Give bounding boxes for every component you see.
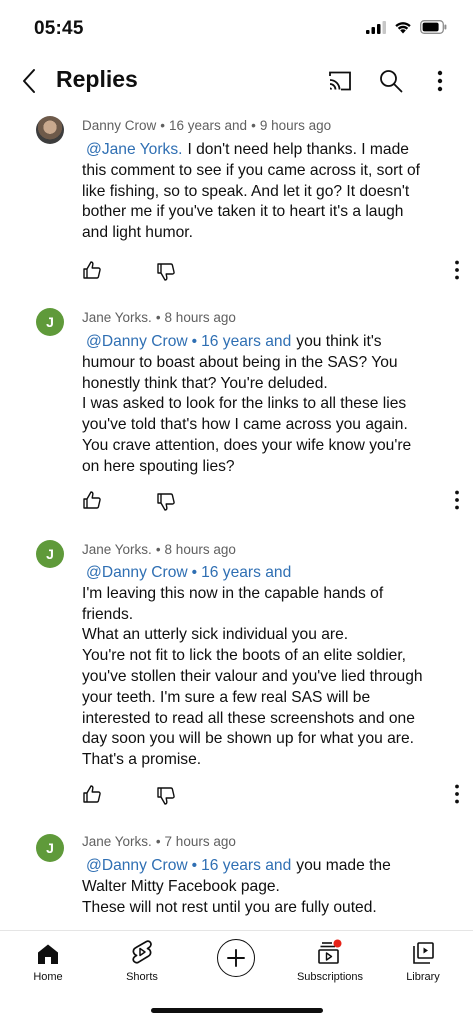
- nav-shorts-label: Shorts: [126, 971, 158, 983]
- mention-link[interactable]: @Danny Crow • 16 years and: [86, 857, 291, 874]
- app-header: Replies: [0, 52, 473, 110]
- page-title: Replies: [56, 66, 138, 92]
- status-icons: [366, 20, 447, 34]
- nav-home-label: Home: [33, 971, 63, 983]
- comment-time: 8 hours ago: [164, 542, 236, 557]
- comment-meta: Jane Yorks. • 7 hours ago: [82, 834, 236, 849]
- library-icon: [413, 942, 434, 964]
- status-time: 05:45: [34, 18, 84, 39]
- status-bar: 05:45: [0, 0, 473, 52]
- comment-author-suffix: 16 years and: [169, 118, 248, 133]
- comment-author[interactable]: Jane Yorks.: [82, 834, 152, 849]
- comment-author[interactable]: Danny Crow: [82, 118, 156, 133]
- search-icon: [380, 70, 403, 93]
- comment-more-icon[interactable]: [452, 260, 462, 280]
- mention-link[interactable]: @Jane Yorks.: [86, 141, 182, 158]
- chevron-left-icon: [23, 69, 35, 93]
- comment-actions: [82, 490, 462, 512]
- vertical-dots-icon: [437, 70, 443, 92]
- comment-time: 8 hours ago: [164, 310, 236, 325]
- cellular-signal-icon: [366, 20, 386, 34]
- avatar[interactable]: J: [36, 834, 64, 862]
- comment-meta: Jane Yorks. • 8 hours ago: [82, 542, 236, 557]
- create-button[interactable]: [217, 939, 255, 977]
- nav-subscriptions-label: Subscriptions: [296, 971, 364, 983]
- avatar[interactable]: J: [36, 308, 64, 336]
- replies-list: Danny Crow • 16 years and • 9 hours ago @Jan…: [0, 110, 473, 930]
- battery-icon: [420, 20, 447, 34]
- avatar[interactable]: J: [36, 540, 64, 568]
- notification-dot: [333, 939, 342, 948]
- nav-subscriptions[interactable]: Subscriptions: [290, 935, 370, 983]
- comment-meta: Jane Yorks. • 8 hours ago: [82, 310, 236, 325]
- avatar[interactable]: [36, 116, 64, 144]
- like-icon[interactable]: [82, 260, 102, 280]
- mention-link[interactable]: @Danny Crow • 16 years and: [86, 564, 291, 581]
- nav-home[interactable]: Home: [8, 935, 88, 983]
- plus-icon: [227, 949, 245, 967]
- cast-icon: [329, 71, 351, 91]
- comment-actions: [82, 260, 462, 282]
- comment-more-icon[interactable]: [452, 784, 462, 804]
- more-options-button[interactable]: [425, 66, 455, 96]
- dislike-icon[interactable]: [156, 786, 176, 806]
- comment-more-icon[interactable]: [452, 490, 462, 510]
- home-icon: [38, 944, 58, 964]
- shorts-icon: [132, 940, 152, 964]
- subscriptions-icon: [318, 939, 342, 964]
- dislike-icon[interactable]: [156, 262, 176, 282]
- comment-meta: Danny Crow • 16 years and • 9 hours ago: [82, 118, 332, 133]
- comment-body: @Danny Crow • 16 years and you think it's h…: [82, 333, 412, 475]
- comment-body: @Jane Yorks. I don't need help thanks. I …: [82, 141, 420, 242]
- like-icon[interactable]: [82, 490, 102, 510]
- wifi-icon: [395, 22, 411, 34]
- cast-button[interactable]: [325, 66, 355, 96]
- back-button[interactable]: [14, 64, 44, 98]
- dislike-icon[interactable]: [156, 492, 176, 512]
- comment-time: 7 hours ago: [164, 834, 236, 849]
- comment-author[interactable]: Jane Yorks.: [82, 310, 152, 325]
- comment-body: @Danny Crow • 16 years and you made the Wal…: [82, 857, 391, 916]
- comment-time: 9 hours ago: [259, 118, 332, 133]
- nav-library[interactable]: Library: [383, 935, 463, 983]
- like-icon[interactable]: [82, 784, 102, 804]
- mention-link[interactable]: @Danny Crow • 16 years and: [86, 333, 291, 350]
- search-button[interactable]: [376, 66, 406, 96]
- comment-author[interactable]: Jane Yorks.: [82, 542, 152, 557]
- nav-shorts[interactable]: Shorts: [102, 935, 182, 983]
- home-indicator: [151, 1008, 323, 1013]
- comment-body: @Danny Crow • 16 years and I'm leaving thi…: [82, 564, 423, 769]
- comment-actions: [82, 784, 462, 806]
- nav-library-label: Library: [406, 971, 440, 983]
